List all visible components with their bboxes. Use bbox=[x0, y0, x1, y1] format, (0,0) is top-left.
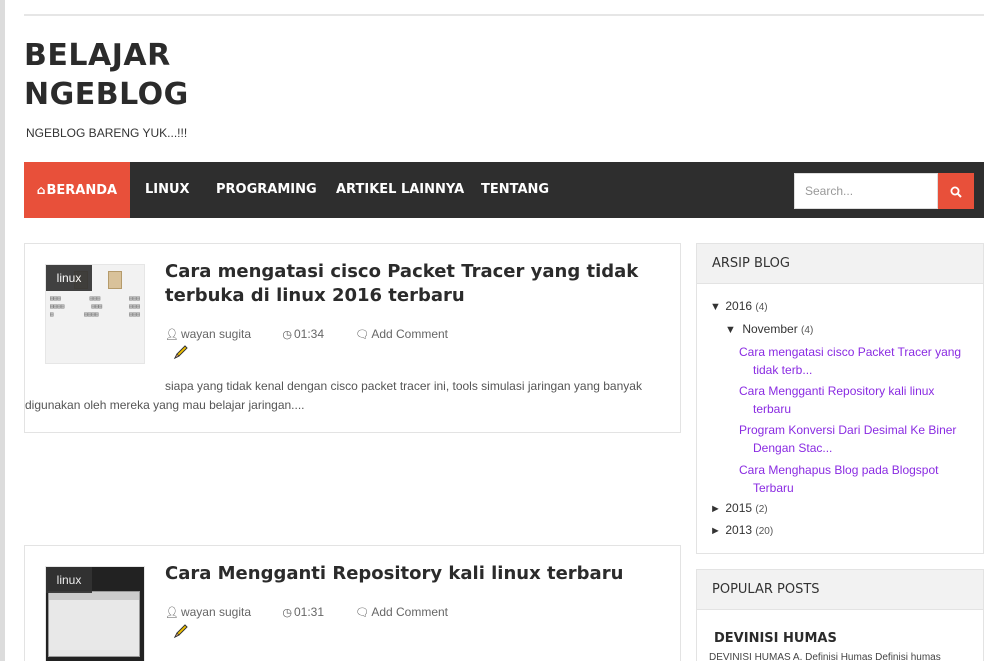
post-card: ▤▤▤ ▤▤▤ ▤▤▤ ▤▤▤▤ ▤▤▤ ▤▤▤ ▤ ▤▤▤▤ ▤▤▤ linux Cara… bbox=[24, 243, 681, 433]
archive-count: (4) bbox=[755, 302, 768, 313]
archive-month[interactable]: ▼ November (4) bbox=[725, 322, 813, 336]
thumbnail-file-labels: ▤▤▤ ▤▤▤ ▤▤▤ ▤▤▤▤ ▤▤▤ ▤▤▤ ▤ ▤▤▤▤ ▤▤▤ bbox=[50, 295, 140, 318]
comment-icon: 🗨︎ bbox=[355, 329, 370, 341]
nav-item-linux[interactable]: LINUX bbox=[145, 162, 190, 218]
blog-title-line2[interactable]: NGEBLOG bbox=[24, 75, 224, 114]
archive-year[interactable]: 2015 bbox=[725, 501, 752, 515]
main-navbar: ⌂BERANDA LINUX PROGRAMING ARTIKEL LAINNY… bbox=[24, 162, 984, 218]
collapse-toggle-icon[interactable]: ▼ bbox=[725, 324, 737, 336]
post-thumbnail[interactable]: ▤▤▤ ▤▤▤ ▤▤▤ ▤▤▤▤ ▤▤▤ ▤▤▤ ▤ ▤▤▤▤ ▤▤▤ linux bbox=[45, 264, 145, 364]
post-card: linux Cara Mengganti Repository kali lin… bbox=[24, 545, 681, 661]
add-comment-link[interactable]: Add Comment bbox=[371, 327, 448, 341]
comment-icon: 🗨︎ bbox=[355, 607, 370, 619]
thumbnail-window bbox=[48, 591, 140, 657]
blog-title[interactable]: BELAJAR NGEBLOG bbox=[24, 36, 224, 114]
post-time: 01:34 bbox=[293, 327, 324, 341]
archive-count: (20) bbox=[755, 526, 774, 537]
collapse-toggle-icon[interactable]: ▼ bbox=[710, 301, 722, 313]
popular-post-title[interactable]: DEVINISI HUMAS bbox=[714, 631, 837, 646]
archive-post-link[interactable]: Program Konversi Dari Desimal Ke Biner D… bbox=[739, 421, 964, 457]
add-comment-link[interactable]: Add Comment bbox=[371, 605, 448, 619]
blog-description: NGEBLOG BARENG YUK...!!! bbox=[26, 126, 188, 140]
archive-post-link[interactable]: Cara Mengganti Repository kali linux ter… bbox=[739, 382, 964, 418]
post-meta: 👤︎ wayan sugita ◷ 01:34 🗨︎ Add Comment bbox=[165, 327, 476, 341]
post-meta: 👤︎ wayan sugita ◷ 01:31 🗨︎ Add Comment bbox=[165, 605, 476, 619]
archive-count: (2) bbox=[755, 504, 768, 515]
archive-post-link[interactable]: Cara Menghapus Blog pada Blogspot Terbar… bbox=[739, 461, 964, 497]
archive-year[interactable]: 2016 bbox=[725, 299, 752, 313]
widget-heading: POPULAR POSTS bbox=[697, 570, 983, 610]
category-badge[interactable]: linux bbox=[46, 567, 92, 593]
post-title[interactable]: Cara mengatasi cisco Packet Tracer yang … bbox=[165, 260, 670, 308]
post-author[interactable]: wayan sugita bbox=[181, 605, 251, 619]
folder-icon bbox=[108, 271, 122, 289]
post-excerpt: siapa yang tidak kenal dengan cisco pack… bbox=[25, 379, 642, 412]
post-author[interactable]: wayan sugita bbox=[181, 327, 251, 341]
search-icon bbox=[950, 186, 962, 199]
nav-item-tentang[interactable]: TENTANG bbox=[481, 162, 549, 218]
popular-post-snippet: DEVINISI HUMAS A. Definisi Humas Definis… bbox=[709, 652, 941, 661]
archive-year-2016[interactable]: ▼ 2016 (4) bbox=[710, 299, 768, 313]
home-icon: ⌂ bbox=[36, 183, 46, 197]
archive-month-name[interactable]: November bbox=[742, 322, 797, 336]
archive-year-2015[interactable]: ► 2015 (2) bbox=[710, 501, 768, 515]
pencil-icon[interactable] bbox=[173, 344, 189, 360]
pencil-icon[interactable] bbox=[173, 623, 189, 639]
popular-posts-widget: POPULAR POSTS DEVINISI HUMAS DEVINISI HU… bbox=[696, 569, 984, 661]
clock-icon: ◷ bbox=[282, 607, 292, 619]
post-time: 01:31 bbox=[293, 605, 324, 619]
user-icon: 👤︎ bbox=[165, 607, 179, 619]
search-input[interactable]: Search... bbox=[794, 173, 938, 209]
search-button[interactable] bbox=[938, 173, 974, 209]
blog-title-line1[interactable]: BELAJAR bbox=[24, 36, 224, 75]
category-badge[interactable]: linux bbox=[46, 265, 92, 291]
user-icon: 👤︎ bbox=[165, 329, 179, 341]
expand-toggle-icon[interactable]: ► bbox=[710, 525, 722, 537]
post-title[interactable]: Cara Mengganti Repository kali linux ter… bbox=[165, 562, 670, 586]
nav-item-artikel-lainnya[interactable]: ARTIKEL LAINNYA bbox=[336, 162, 464, 218]
nav-item-programing[interactable]: PROGRAMING bbox=[216, 162, 317, 218]
nav-item-beranda[interactable]: ⌂BERANDA bbox=[24, 162, 130, 218]
post-thumbnail[interactable]: linux bbox=[45, 566, 145, 661]
left-edge-bar bbox=[0, 0, 5, 661]
archive-widget: ARSIP BLOG ▼ 2016 (4) ▼ November (4) Car… bbox=[696, 243, 984, 554]
clock-icon: ◷ bbox=[282, 329, 292, 341]
expand-toggle-icon[interactable]: ► bbox=[710, 503, 722, 515]
archive-count: (4) bbox=[801, 325, 814, 336]
archive-post-link[interactable]: Cara mengatasi cisco Packet Tracer yang … bbox=[739, 343, 964, 379]
archive-year-2013[interactable]: ► 2013 (20) bbox=[710, 523, 773, 537]
top-divider bbox=[24, 14, 984, 16]
nav-label: BERANDA bbox=[46, 183, 118, 198]
widget-heading: ARSIP BLOG bbox=[697, 244, 983, 284]
archive-year[interactable]: 2013 bbox=[725, 523, 752, 537]
